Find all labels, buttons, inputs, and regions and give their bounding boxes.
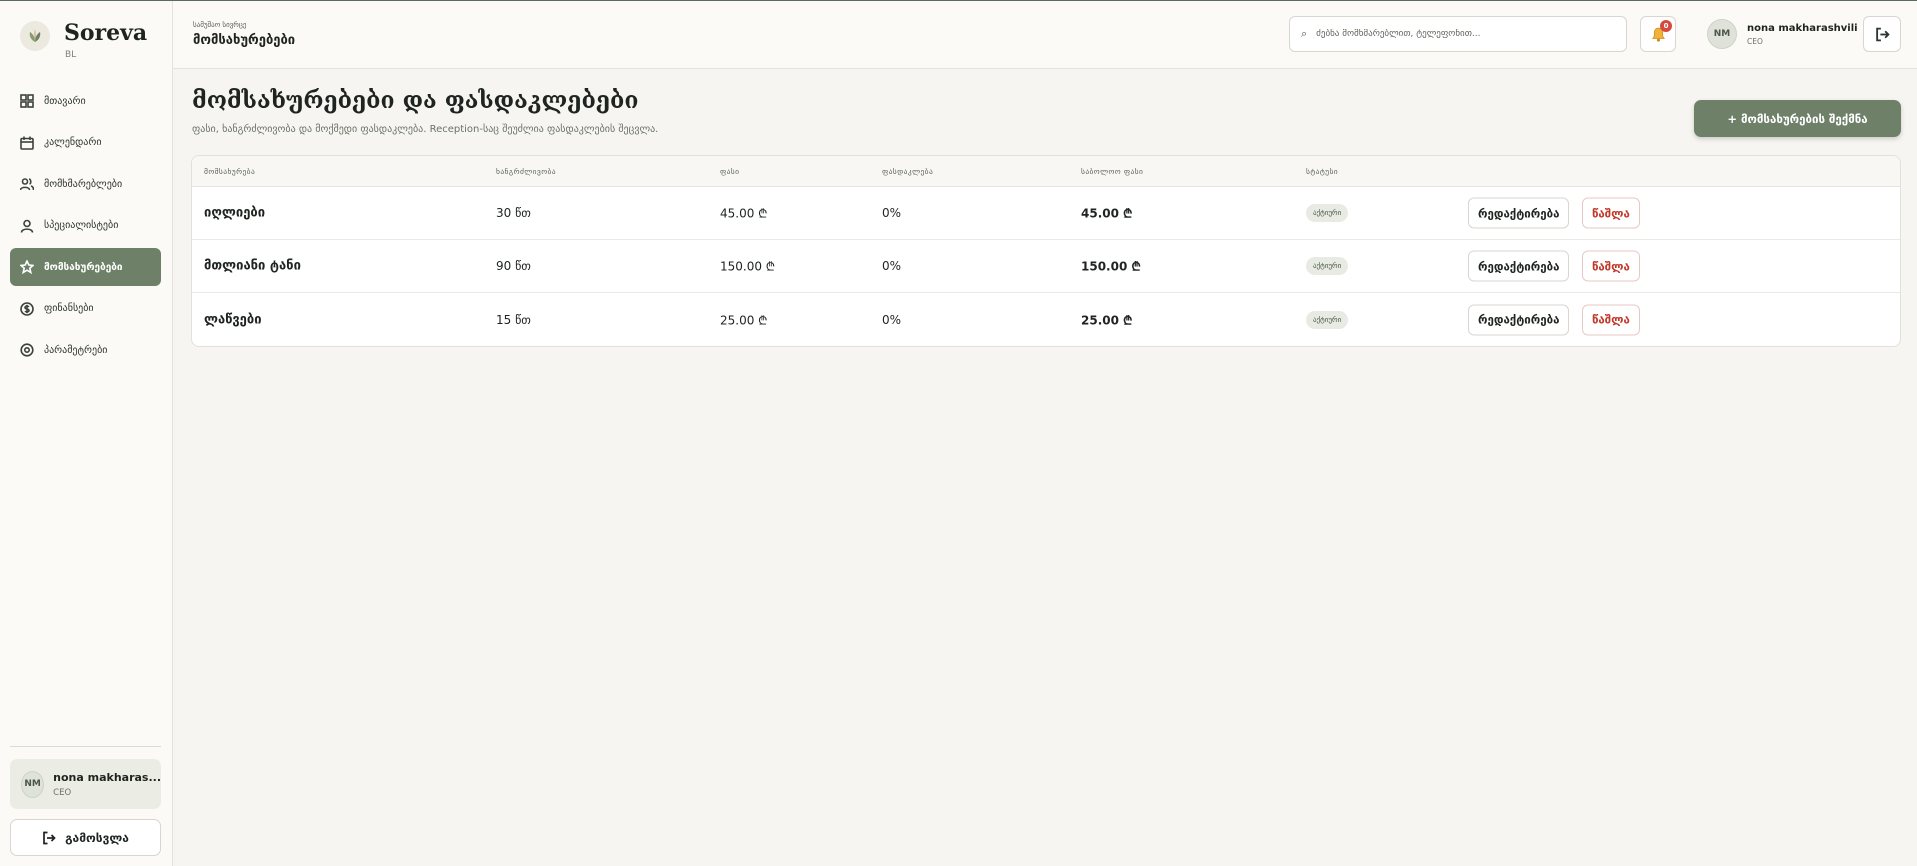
sidebar-item-specialists[interactable]: სპეციალისტები [10,207,161,245]
header-title: მომსახურებები [193,33,296,48]
service-discount: 0% [882,312,902,327]
status-badge: აქტიური [1306,204,1349,222]
sidebar-divider [10,746,161,747]
delete-button[interactable]: წაშლა [1582,250,1640,282]
table-row: მთლიანი ტანი 90 წთ 150.00 ₾ 0% 150.00 ₾ … [192,240,1900,293]
grid-icon [20,94,34,108]
service-final-price: 45.00 ₾ [1081,206,1133,221]
notification-count-badge: 0 [1660,20,1672,32]
status-badge: აქტიური [1306,257,1349,275]
service-discount: 0% [882,259,902,273]
star-icon [20,260,34,274]
dollar-circle-icon [20,301,34,316]
column-header-duration: ხანგრძლივობა [496,167,556,176]
header-user-menu[interactable]: NM nona makharashvili CEO [1707,19,1858,49]
sidebar-item-label: სპეციალისტები [44,220,119,231]
top-header: სამუშაო სივრცე მომსახურებები ⌕ 0 NM nona… [173,1,1917,69]
edit-button[interactable]: რედაქტირება [1468,304,1570,335]
notifications-button[interactable]: 0 [1640,16,1676,52]
header-logout-button[interactable] [1863,16,1901,52]
service-price: 150.00 ₾ [720,259,776,274]
search-input[interactable] [1316,29,1607,39]
sidebar-item-label: მომსახურებები [44,261,123,273]
status-badge: აქტიური [1306,310,1349,329]
lotus-leaf-icon [20,21,50,51]
avatar: NM [1707,19,1737,49]
column-header-price: ფასი [720,167,740,176]
service-duration: 90 წთ [496,259,531,273]
service-price: 25.00 ₾ [720,313,768,327]
edit-button[interactable]: რედაქტირება [1468,250,1570,282]
search-box[interactable]: ⌕ [1289,16,1627,52]
sidebar-item-home[interactable]: მთავარი [10,82,161,120]
sidebar-nav: მთავარი კალენდარი მომხმარებლები სპეციალი… [10,82,161,373]
logout-button[interactable]: გამოსვლა [10,819,161,856]
service-name: ლაწვები [204,312,262,327]
service-duration: 15 წთ [496,312,531,327]
sidebar-item-label: მომხმარებლები [44,178,123,190]
user-icon [20,219,34,233]
column-header-final-price: საბოლოო ფასი [1081,167,1144,176]
sidebar-user-role: CEO [53,787,72,798]
table-row: ლაწვები 15 წთ 25.00 ₾ 0% 25.00 ₾ აქტიური… [192,293,1900,346]
brand-sub: BL [65,50,77,60]
column-header-status: სტატუსი [1306,167,1339,176]
sidebar-item-services[interactable]: მომსახურებები [10,248,161,286]
service-duration: 30 წთ [496,206,531,220]
sidebar-item-label: კალენდარი [44,137,102,148]
page-subtitle: ფასი, ხანგრძლივობა და მოქმედი ფასდაკლება… [192,124,659,135]
create-service-button[interactable]: + მომსახურების შექმნა [1694,100,1901,137]
services-table: მომსახურება ხანგრძლივობა ფასი ფასდაკლება… [191,155,1901,347]
settings-icon [20,343,34,357]
header-user-role: CEO [1747,36,1763,46]
table-row: იღლიები 30 წთ 45.00 ₾ 0% 45.00 ₾ აქტიური… [192,187,1900,240]
sidebar: Soreva BL მთავარი კალენდარი მომხმარებლებ… [0,1,173,866]
page-title: მომსახურებები და ფასდაკლებები [192,87,639,114]
brand[interactable]: Soreva BL [20,20,147,60]
sidebar-item-label: მთავარი [44,95,86,107]
service-discount: 0% [882,206,902,220]
sidebar-user-card[interactable]: NM nona makharas... CEO [10,759,161,809]
sidebar-item-customers[interactable]: მომხმარებლები [10,165,161,203]
search-icon: ⌕ [1301,27,1308,40]
sidebar-user-name: nona makharas... [53,770,161,784]
service-name: იღლიები [204,205,266,221]
breadcrumb: სამუშაო სივრცე [193,21,247,29]
service-final-price: 25.00 ₾ [1081,313,1133,327]
column-header-discount: ფასდაკლება [882,167,934,176]
sidebar-item-calendar[interactable]: კალენდარი [10,124,161,162]
sidebar-item-label: პარამეტრები [44,344,108,356]
calendar-icon [20,136,34,150]
service-name: მთლიანი ტანი [204,258,301,274]
sidebar-item-settings[interactable]: პარამეტრები [10,331,161,369]
table-header: მომსახურება ხანგრძლივობა ფასი ფასდაკლება… [192,156,1900,187]
delete-button[interactable]: წაშლა [1582,304,1640,335]
column-header-service: მომსახურება [204,167,256,176]
header-user-name: nona makharashvili [1747,22,1858,34]
users-icon [20,178,34,191]
logout-icon [1875,27,1890,41]
sidebar-item-finances[interactable]: ფინანსები [10,290,161,328]
service-final-price: 150.00 ₾ [1081,259,1141,274]
service-price: 45.00 ₾ [720,206,768,221]
sidebar-item-label: ფინანსები [44,303,94,314]
avatar: NM [21,770,45,798]
logout-icon [43,831,56,844]
brand-name: Soreva [64,20,148,46]
edit-button[interactable]: რედაქტირება [1468,197,1570,229]
delete-button[interactable]: წაშლა [1582,197,1640,229]
logout-label: გამოსვლა [65,830,129,845]
